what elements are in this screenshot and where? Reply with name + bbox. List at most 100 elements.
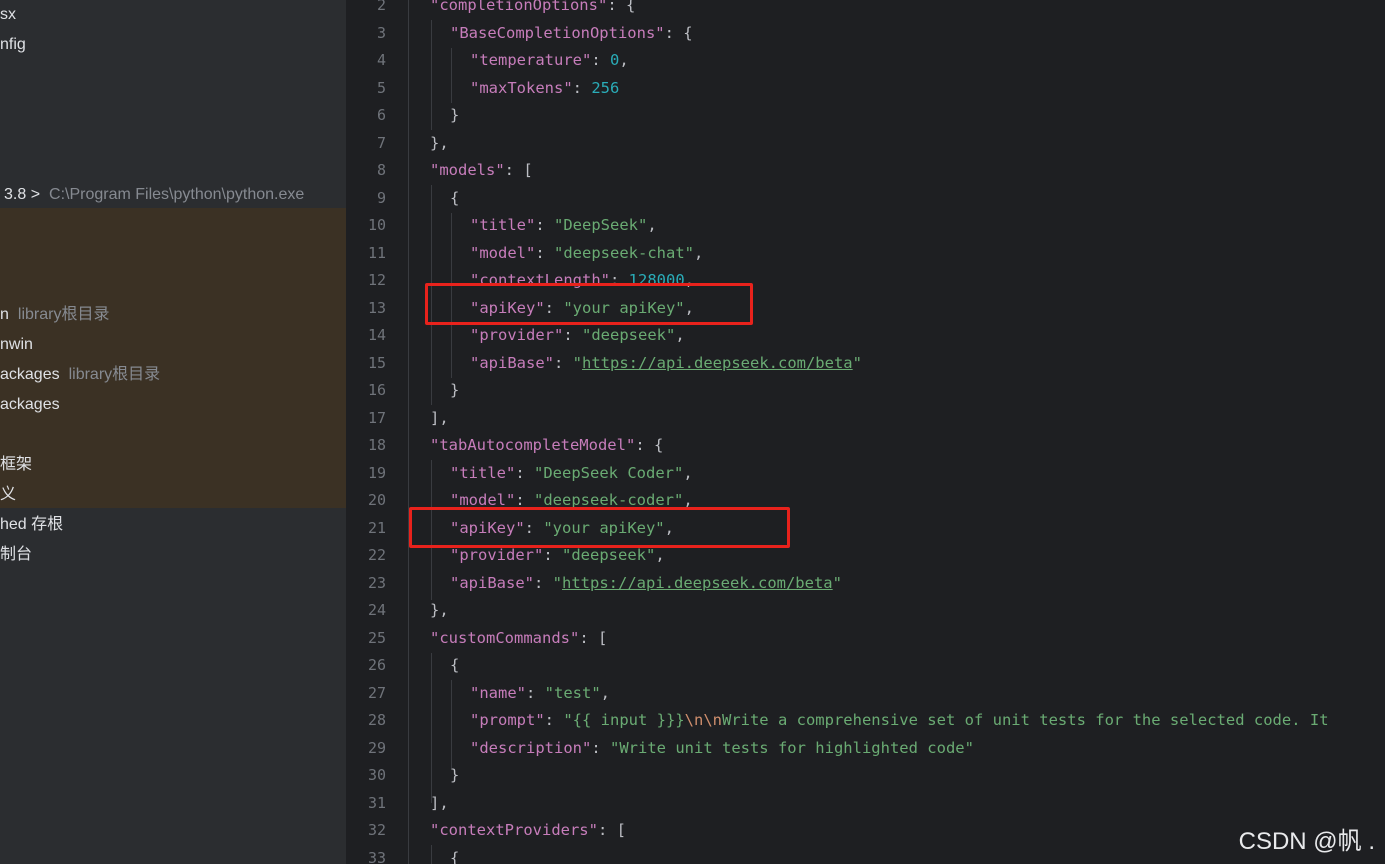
tree-item[interactable]: nfig [0, 34, 26, 56]
code-token: "test" [544, 683, 601, 702]
code-token: : [563, 326, 582, 344]
code-line[interactable]: } [450, 102, 459, 130]
code-line[interactable]: { [450, 652, 459, 680]
code-line[interactable]: "provider": "deepseek", [470, 322, 685, 350]
line-number: 14 [367, 326, 386, 344]
code-line[interactable]: "prompt": "{{ input }}}\n\nWrite a compr… [470, 707, 1329, 735]
indent-guide [408, 0, 409, 864]
tree-item[interactable]: n library根目录 [0, 304, 109, 326]
code-token: "model" [470, 243, 536, 262]
code-editor[interactable]: 2 "completionOptions": {3 "BaseCompletionO… [346, 0, 1385, 864]
tree-item[interactable]: sx [0, 4, 16, 26]
code-line[interactable]: ], [430, 405, 449, 433]
line-number: 12 [367, 271, 386, 289]
code-token: "Write unit tests for highlighted code" [610, 738, 974, 757]
tree-item[interactable]: hed 存根 [0, 514, 63, 536]
tree-item[interactable]: nwin [0, 334, 33, 356]
line-number: 32 [367, 821, 386, 839]
code-token: }, [430, 133, 449, 152]
code-line[interactable]: "contextProviders": [ [430, 817, 626, 845]
code-line[interactable]: "apiBase": "https://api.deepseek.com/bet… [450, 570, 842, 598]
code-line[interactable]: "tabAutocompleteModel": { [430, 432, 663, 460]
code-token: : [554, 353, 573, 372]
line-number: 7 [376, 133, 386, 152]
code-line[interactable]: }, [430, 597, 449, 625]
code-line[interactable]: } [450, 377, 459, 405]
code-token: , [647, 216, 657, 234]
code-token: 0 [610, 51, 620, 69]
code-line[interactable]: "models": [ [430, 157, 533, 185]
code-token: "apiBase" [450, 573, 534, 592]
tree-item[interactable]: ackages library根目录 [0, 364, 160, 386]
code-token: { [450, 188, 460, 207]
code-token: { [450, 848, 460, 864]
code-line[interactable]: { [450, 845, 459, 864]
tree-item[interactable]: 义 [0, 484, 16, 506]
code-token: , [619, 51, 629, 69]
code-line[interactable]: "title": "DeepSeek Coder", [450, 460, 693, 488]
line-number: 3 [376, 23, 386, 42]
code-token: "apiBase" [470, 353, 554, 372]
code-token[interactable]: https://api.deepseek.com/beta [562, 574, 833, 592]
tree-item-interpreter[interactable]: 3.8 > C:\Program Files\python\python.exe [4, 184, 304, 206]
code-token: " [852, 353, 862, 372]
indent-guide [451, 48, 452, 103]
code-token: "tabAutocompleteModel" [430, 436, 636, 454]
indent-guide [451, 680, 452, 770]
tree-item-label: ackages [0, 366, 60, 383]
code-token[interactable]: https://api.deepseek.com/beta [582, 354, 853, 372]
code-line[interactable]: "description": "Write unit tests for hig… [470, 735, 974, 763]
code-line[interactable]: "temperature": 0, [470, 47, 629, 75]
code-token: "provider" [470, 326, 564, 344]
code-token: "BaseCompletionOptions" [450, 23, 665, 42]
code-token: : { [607, 0, 636, 14]
code-token: "description" [470, 738, 592, 757]
line-number: 15 [367, 353, 386, 372]
code-line[interactable]: "apiBase": "https://api.deepseek.com/bet… [470, 350, 862, 378]
code-line[interactable]: "BaseCompletionOptions": { [450, 20, 693, 48]
code-line[interactable]: } [450, 762, 459, 790]
tree-item[interactable]: 制台 [0, 544, 32, 566]
code-token: } [450, 381, 460, 399]
code-token: : [572, 78, 592, 97]
code-token: : [ [597, 821, 626, 839]
code-token: : { [635, 436, 664, 454]
selection-highlight [0, 208, 346, 508]
indent-guide [431, 845, 432, 864]
code-line[interactable]: ], [430, 790, 449, 818]
indent-guide [431, 20, 432, 130]
code-token: "DeepSeek Coder" [534, 463, 684, 482]
code-token: "deepseek-chat" [554, 243, 694, 262]
line-number: 22 [367, 546, 386, 564]
code-line[interactable]: "customCommands": [ [430, 625, 607, 653]
tree-item-label: 3.8 > [4, 186, 41, 203]
tree-item[interactable]: ackages [0, 394, 60, 416]
code-token: "temperature" [470, 51, 592, 69]
code-line[interactable]: "completionOptions": { [430, 0, 635, 20]
line-number: 28 [367, 711, 386, 729]
code-token: : [535, 243, 554, 262]
code-line[interactable]: "title": "DeepSeek", [470, 212, 657, 240]
code-line[interactable]: }, [430, 130, 449, 158]
tree-item-hint: library根目录 [17, 306, 110, 323]
line-number: 27 [367, 683, 386, 702]
tree-item-label: hed 存根 [0, 516, 64, 533]
line-number: 11 [367, 243, 386, 262]
code-line[interactable]: "maxTokens": 256 [470, 75, 619, 103]
project-panel: sx nfig 3.8 > C:\Program Files\python\pyt… [0, 0, 346, 864]
code-token: : [515, 463, 534, 482]
code-token: : [544, 711, 564, 729]
code-token: "provider" [450, 546, 544, 564]
code-token: ], [430, 408, 449, 427]
code-line[interactable]: "name": "test", [470, 680, 610, 708]
code-line[interactable]: { [450, 185, 459, 213]
code-token: "title" [470, 216, 536, 234]
line-number: 31 [367, 793, 386, 812]
code-line[interactable]: "model": "deepseek-chat", [470, 240, 703, 268]
line-number: 26 [367, 656, 386, 674]
tree-item-label: sx [0, 6, 16, 23]
code-token: : [ [504, 161, 533, 179]
tree-item[interactable]: 框架 [0, 454, 32, 476]
code-token: " [572, 353, 583, 372]
code-token: "title" [450, 463, 516, 482]
